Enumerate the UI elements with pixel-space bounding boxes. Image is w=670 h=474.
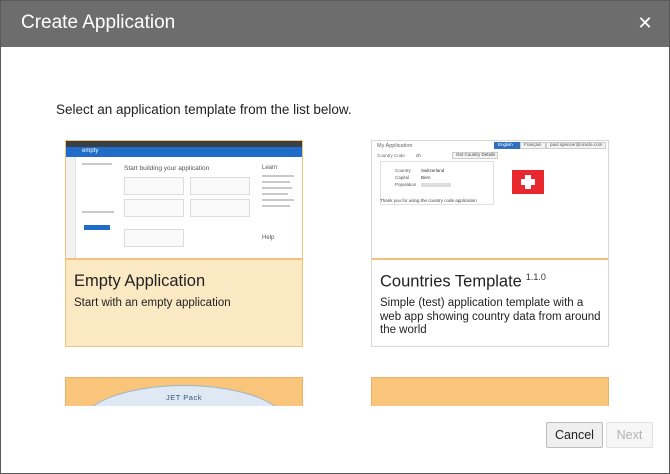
mini-text-line <box>262 193 288 195</box>
dialog-titlebar: Create Application ✕ <box>1 1 669 47</box>
template-gallery: empty Start building your application Le… <box>1 126 669 406</box>
close-icon[interactable]: ✕ <box>635 14 655 34</box>
mini-code-value: ch <box>416 153 421 158</box>
cancel-button[interactable]: Cancel <box>546 422 603 448</box>
mini-create-button <box>84 225 110 230</box>
mini-app-header: empty <box>66 147 302 157</box>
template-version: 1.1.0 <box>525 272 546 282</box>
swiss-flag-icon <box>512 170 544 194</box>
mini-tile <box>190 177 250 195</box>
template-thumbnail: My Application English Français paul.spe… <box>372 141 608 258</box>
create-application-dialog: Create Application ✕ Select an applicati… <box>0 0 670 474</box>
mini-app-title: My Application <box>377 143 413 149</box>
mini-text-line <box>262 205 290 207</box>
mini-heading: Start building your application <box>124 165 210 172</box>
dialog-title: Create Application <box>21 12 176 33</box>
mini-code-label: Country Code <box>377 153 405 158</box>
mini-brand: empty <box>82 148 99 154</box>
mini-tile <box>124 177 184 195</box>
mini-user: paul.spencer@oracle.com <box>546 142 606 149</box>
mini-help: Help <box>262 235 275 241</box>
mini-tile <box>190 199 250 217</box>
template-description: Start with an empty application <box>74 297 231 309</box>
mini-text-line <box>262 187 292 189</box>
instruction-text: Select an application template from the … <box>56 102 352 117</box>
template-card-partial[interactable] <box>371 377 609 406</box>
template-thumbnail: empty Start building your application Le… <box>66 141 302 258</box>
mini-text-line <box>262 181 290 183</box>
mini-thanks: Thank you for using the country code app… <box>380 198 477 203</box>
mini-text-line <box>262 199 294 201</box>
template-name: Empty Application <box>74 272 206 290</box>
template-info: Countries Template 1.1.0 Simple (test) ap… <box>372 258 608 346</box>
mini-text-line <box>262 175 294 177</box>
jet-pack-label: JET Pack <box>166 393 202 402</box>
mini-text-line <box>82 163 112 165</box>
mini-tab-french: Français <box>520 142 546 149</box>
template-info: Empty Application Start with an empty ap… <box>66 258 302 346</box>
mini-learn: Learn <box>262 165 278 171</box>
template-description: Simple (test) application template with … <box>380 297 601 336</box>
mini-tab-english: English <box>494 142 520 149</box>
mini-tile <box>124 199 184 217</box>
mini-sidebar <box>66 157 76 258</box>
template-name: Countries Template 1.1.0 <box>380 272 546 291</box>
template-card-empty-application[interactable]: empty Start building your application Le… <box>65 140 303 347</box>
template-card-countries-template[interactable]: My Application English Français paul.spe… <box>371 140 609 347</box>
template-card-jet-pack[interactable]: JET Pack <box>65 377 303 406</box>
mini-get-details-button: Get Country Details <box>452 152 498 159</box>
mini-tile <box>124 229 184 247</box>
mini-text-line <box>82 211 114 213</box>
next-button[interactable]: Next <box>606 422 653 448</box>
